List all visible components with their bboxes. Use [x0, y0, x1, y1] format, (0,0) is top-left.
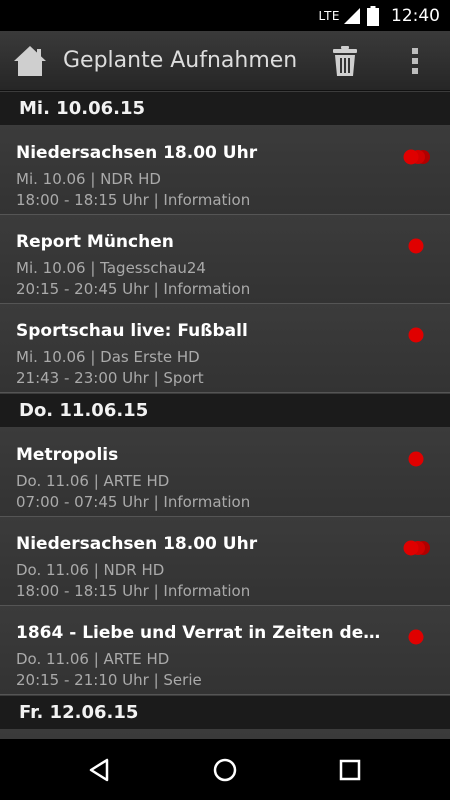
item-channel: Mi. 10.06 | Tagesschau24	[16, 259, 206, 277]
list-item[interactable]: Metropolis Do. 11.06 | ARTE HD 07:00 - 0…	[0, 428, 450, 517]
list-item-partial[interactable]	[0, 730, 450, 739]
item-channel: Do. 11.06 | ARTE HD	[16, 472, 170, 490]
item-channel: Mi. 10.06 | Das Erste HD	[16, 348, 200, 366]
recording-list[interactable]: Mi. 10.06.15 Niedersachsen 18.00 Uhr Mi.…	[0, 91, 450, 739]
app-bar: Geplante Aufnahmen	[0, 31, 450, 91]
item-channel: Do. 11.06 | NDR HD	[16, 561, 165, 579]
item-title: Report München	[16, 232, 174, 252]
status-indicators: LTE 12:40	[319, 0, 440, 31]
list-item[interactable]: Niedersachsen 18.00 Uhr Do. 11.06 | NDR …	[0, 517, 450, 606]
item-time-genre: 18:00 - 18:15 Uhr | Information	[16, 582, 251, 600]
date-header: Fr. 12.06.15	[0, 695, 450, 730]
delete-button[interactable]	[330, 45, 360, 77]
item-time-genre: 07:00 - 07:45 Uhr | Information	[16, 493, 251, 511]
record-icon	[408, 451, 424, 467]
record-icon	[408, 238, 424, 254]
signal-icon	[344, 7, 360, 24]
home-button[interactable]	[12, 44, 48, 78]
status-bar: LTE 12:40	[0, 0, 450, 31]
item-title: 1864 - Liebe und Verrat in Zeiten des Kr…	[16, 623, 381, 643]
recents-icon[interactable]	[335, 755, 365, 785]
list-item[interactable]: Report München Mi. 10.06 | Tagesschau24 …	[0, 215, 450, 304]
item-channel: Do. 11.06 | ARTE HD	[16, 650, 170, 668]
item-time-genre: 20:15 - 21:10 Uhr | Serie	[16, 671, 202, 689]
item-title: Sportschau live: Fußball	[16, 321, 248, 341]
date-header: Do. 11.06.15	[0, 393, 450, 428]
record-icon	[408, 629, 424, 645]
list-item[interactable]: 1864 - Liebe und Verrat in Zeiten des Kr…	[0, 606, 450, 695]
trash-icon	[333, 46, 357, 76]
list-item[interactable]: Sportschau live: Fußball Mi. 10.06 | Das…	[0, 304, 450, 393]
series-record-icon	[403, 540, 430, 556]
record-icon	[408, 327, 424, 343]
item-time-genre: 21:43 - 23:00 Uhr | Sport	[16, 369, 204, 387]
list-item[interactable]: Niedersachsen 18.00 Uhr Mi. 10.06 | NDR …	[0, 126, 450, 215]
back-icon[interactable]	[85, 755, 115, 785]
date-header: Mi. 10.06.15	[0, 91, 450, 126]
item-channel: Mi. 10.06 | NDR HD	[16, 170, 161, 188]
more-vert-icon	[412, 48, 418, 74]
home-circle-icon[interactable]	[210, 755, 240, 785]
page-title: Geplante Aufnahmen	[63, 48, 298, 73]
overflow-menu-button[interactable]	[405, 45, 425, 77]
item-time-genre: 20:15 - 20:45 Uhr | Information	[16, 280, 251, 298]
item-title: Metropolis	[16, 445, 119, 465]
item-title: Niedersachsen 18.00 Uhr	[16, 534, 258, 554]
item-title: Niedersachsen 18.00 Uhr	[16, 143, 258, 163]
system-nav-bar	[0, 739, 450, 800]
clock: 12:40	[391, 5, 440, 26]
battery-icon	[367, 5, 379, 26]
item-time-genre: 18:00 - 18:15 Uhr | Information	[16, 191, 251, 209]
network-type: LTE	[318, 8, 340, 23]
series-record-icon	[403, 149, 430, 165]
home-icon	[14, 46, 46, 76]
